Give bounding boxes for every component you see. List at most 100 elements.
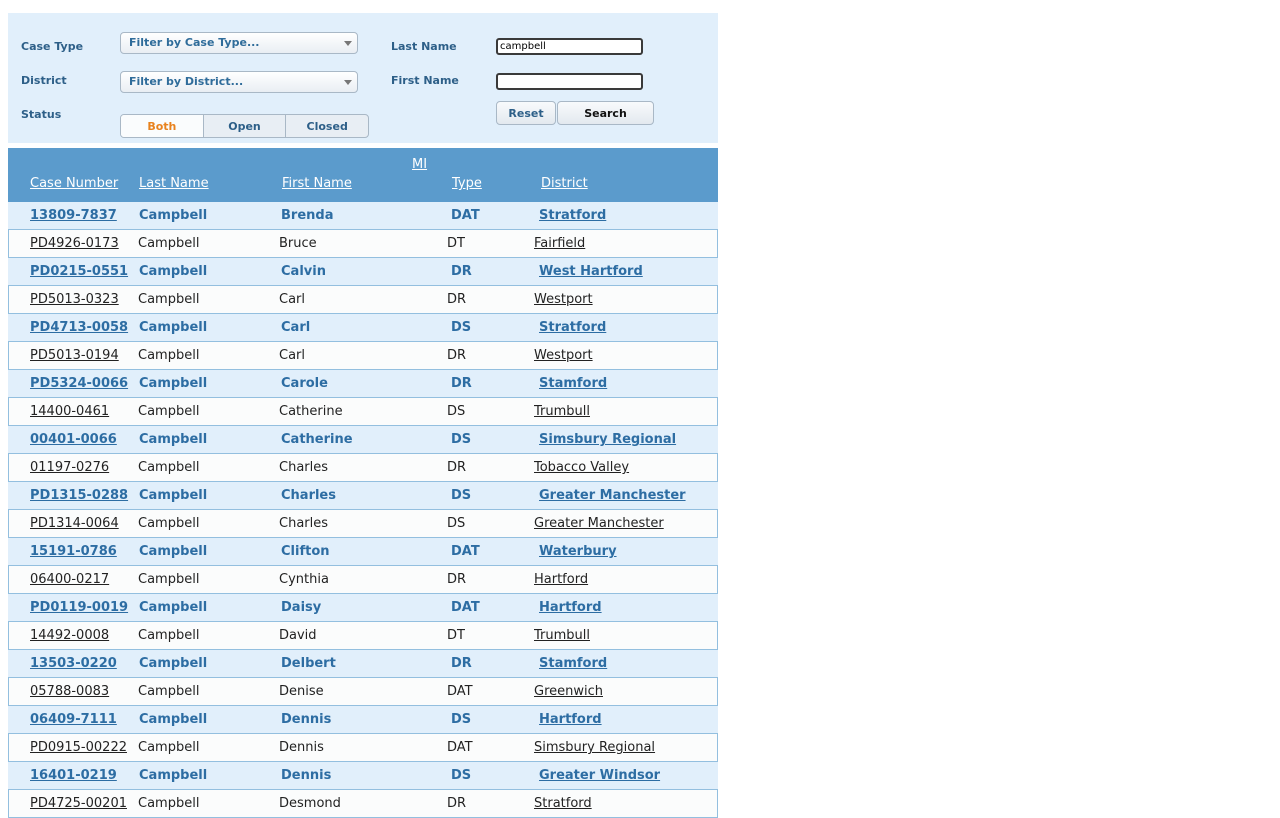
column-header-district[interactable]: District: [541, 176, 588, 191]
district-link[interactable]: Greater Windsor: [539, 768, 714, 783]
district-link[interactable]: Greater Manchester: [539, 488, 714, 503]
district-link[interactable]: Westport: [534, 292, 709, 307]
case-number-link[interactable]: 15191-0786: [30, 544, 134, 559]
table-row[interactable]: PD1314-0064 Campbell Charles DS Greater Manc…: [8, 510, 718, 538]
status-option-closed[interactable]: Closed: [285, 115, 368, 137]
first-name-input[interactable]: [496, 73, 643, 90]
case-number-link[interactable]: 06409-7111: [30, 712, 134, 727]
type-cell: DS: [447, 404, 466, 419]
table-row[interactable]: PD5013-0323 Campbell Carl DR Westport: [8, 286, 718, 314]
district-link[interactable]: Fairfield: [534, 236, 709, 251]
district-link[interactable]: Waterbury: [539, 544, 714, 559]
case-number-link[interactable]: 06400-0217: [30, 572, 134, 587]
case-number-link[interactable]: 00401-0066: [30, 432, 134, 447]
last-name-cell: Campbell: [138, 460, 200, 475]
district-link[interactable]: Trumbull: [534, 628, 709, 643]
first-name-cell: Catherine: [279, 404, 343, 419]
case-number-link[interactable]: 13503-0220: [30, 656, 134, 671]
district-link[interactable]: Stratford: [539, 208, 714, 223]
district-link[interactable]: Simsbury Regional: [539, 432, 714, 447]
case-number-link[interactable]: PD5013-0323: [30, 292, 134, 307]
column-header-type[interactable]: Type: [452, 176, 482, 191]
type-cell: DAT: [451, 544, 480, 559]
district-link[interactable]: Stratford: [534, 796, 709, 811]
column-header-first-name[interactable]: First Name: [282, 176, 352, 191]
type-cell: DT: [447, 236, 465, 251]
district-link[interactable]: Greater Manchester: [534, 516, 709, 531]
case-number-link[interactable]: PD1315-0288: [30, 488, 134, 503]
table-row[interactable]: 16401-0219 Campbell Dennis DS Greater Windso…: [8, 762, 718, 790]
table-row[interactable]: PD0915-00222 Campbell Dennis DAT Simsbury Re…: [8, 734, 718, 762]
type-cell: DR: [451, 656, 472, 671]
district-link[interactable]: Hartford: [539, 712, 714, 727]
table-row[interactable]: 14400-0461 Campbell Catherine DS Trumbull: [8, 398, 718, 426]
district-link[interactable]: West Hartford: [539, 264, 714, 279]
chevron-down-icon: [344, 41, 352, 46]
column-header-case-number[interactable]: Case Number: [30, 176, 118, 191]
search-button[interactable]: Search: [557, 101, 654, 125]
status-option-both[interactable]: Both: [121, 115, 203, 137]
district-link[interactable]: Hartford: [539, 600, 714, 615]
chevron-down-icon: [344, 80, 352, 85]
table-row[interactable]: 05788-0083 Campbell Denise DAT Greenwich: [8, 678, 718, 706]
table-row[interactable]: 14492-0008 Campbell David DT Trumbull: [8, 622, 718, 650]
case-type-select[interactable]: Filter by Case Type...: [120, 32, 358, 54]
case-number-link[interactable]: PD0215-0551: [30, 264, 134, 279]
type-cell: DR: [451, 376, 472, 391]
table-row[interactable]: PD0119-0019 Campbell Daisy DAT Hartford: [8, 594, 718, 622]
district-link[interactable]: Hartford: [534, 572, 709, 587]
table-row[interactable]: PD5324-0066 Campbell Carole DR Stamford: [8, 370, 718, 398]
case-number-link[interactable]: PD1314-0064: [30, 516, 134, 531]
case-number-link[interactable]: PD4926-0173: [30, 236, 134, 251]
last-name-cell: Campbell: [139, 264, 208, 279]
table-row[interactable]: PD4713-0058 Campbell Carl DS Stratford: [8, 314, 718, 342]
type-cell: DAT: [451, 208, 480, 223]
table-row[interactable]: PD0215-0551 Campbell Calvin DR West Hartford: [8, 258, 718, 286]
case-number-link[interactable]: 14492-0008: [30, 628, 134, 643]
case-number-link[interactable]: PD5324-0066: [30, 376, 134, 391]
case-number-link[interactable]: PD0119-0019: [30, 600, 134, 615]
district-select[interactable]: Filter by District...: [120, 71, 358, 93]
case-number-link[interactable]: 05788-0083: [30, 684, 134, 699]
first-name-cell: Charles: [279, 460, 329, 475]
case-number-link[interactable]: PD0915-00222: [30, 740, 134, 755]
table-row[interactable]: PD4926-0173 Campbell Bruce DT Fairfield: [8, 230, 718, 258]
district-link[interactable]: Trumbull: [534, 404, 709, 419]
district-link[interactable]: Simsbury Regional: [534, 740, 709, 755]
table-row[interactable]: PD1315-0288 Campbell Charles DS Greater Manc…: [8, 482, 718, 510]
case-number-link[interactable]: 01197-0276: [30, 460, 134, 475]
table-row[interactable]: 06409-7111 Campbell Dennis DS Hartford: [8, 706, 718, 734]
case-number-link[interactable]: PD4725-00201: [30, 796, 134, 811]
status-option-open[interactable]: Open: [202, 115, 286, 137]
case-number-link[interactable]: PD4713-0058: [30, 320, 134, 335]
last-name-input[interactable]: [496, 38, 643, 55]
table-row[interactable]: 15191-0786 Campbell Clifton DAT Waterbury: [8, 538, 718, 566]
table-row[interactable]: 13809-7837 Campbell Brenda DAT Stratford: [8, 202, 718, 230]
case-number-link[interactable]: 14400-0461: [30, 404, 134, 419]
case-number-link[interactable]: 16401-0219: [30, 768, 134, 783]
table-row[interactable]: 06400-0217 Campbell Cynthia DR Hartford: [8, 566, 718, 594]
district-link[interactable]: Tobacco Valley: [534, 460, 709, 475]
column-header-mi[interactable]: MI: [412, 157, 427, 172]
district-link[interactable]: Westport: [534, 348, 709, 363]
table-row[interactable]: PD5013-0194 Campbell Carl DR Westport: [8, 342, 718, 370]
last-name-cell: Campbell: [138, 292, 200, 307]
district-link[interactable]: Stratford: [539, 320, 714, 335]
table-row[interactable]: 13503-0220 Campbell Delbert DR Stamford: [8, 650, 718, 678]
table-row[interactable]: 00401-0066 Campbell Catherine DS Simsbury Re…: [8, 426, 718, 454]
district-link[interactable]: Greenwich: [534, 684, 709, 699]
last-name-cell: Campbell: [138, 404, 200, 419]
district-link[interactable]: Stamford: [539, 656, 714, 671]
table-row[interactable]: PD4725-00201 Campbell Desmond DR Stratford: [8, 790, 718, 818]
district-link[interactable]: Stamford: [539, 376, 714, 391]
table-row[interactable]: 01197-0276 Campbell Charles DR Tobacco Valle…: [8, 454, 718, 482]
first-name-cell: Clifton: [281, 544, 330, 559]
last-name-cell: Campbell: [139, 600, 208, 615]
reset-button[interactable]: Reset: [496, 101, 556, 125]
type-cell: DR: [447, 572, 467, 587]
case-number-link[interactable]: PD5013-0194: [30, 348, 134, 363]
case-number-link[interactable]: 13809-7837: [30, 208, 134, 223]
column-header-last-name[interactable]: Last Name: [139, 176, 209, 191]
type-cell: DR: [451, 264, 472, 279]
first-name-cell: David: [279, 628, 317, 643]
